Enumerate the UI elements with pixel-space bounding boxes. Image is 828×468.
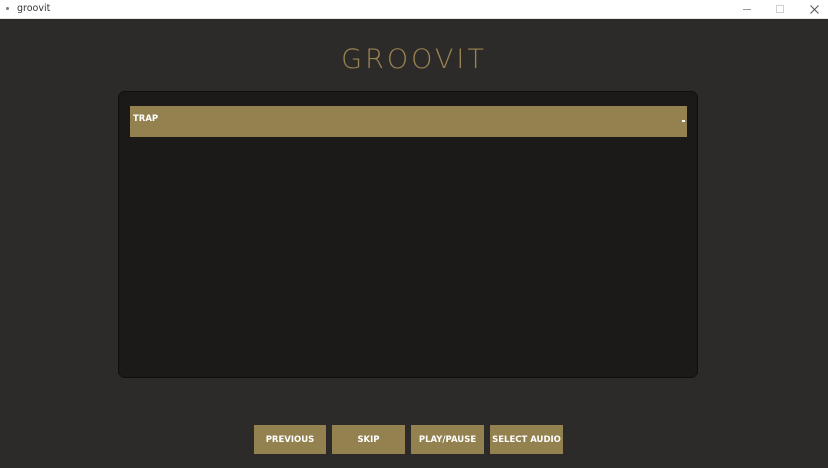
maximize-button[interactable] xyxy=(763,0,797,18)
window-title: groovit xyxy=(17,3,51,14)
close-button[interactable] xyxy=(797,0,828,18)
previous-button[interactable]: PREVIOUS xyxy=(254,425,326,454)
select-audio-button[interactable]: SELECT AUDIO xyxy=(490,425,563,454)
genre-dropdown-value: TRAP xyxy=(133,114,159,124)
close-icon xyxy=(809,4,819,14)
minimize-button[interactable] xyxy=(730,0,764,18)
genre-dropdown[interactable]: TRAP xyxy=(130,106,687,137)
play-pause-button[interactable]: PLAY/PAUSE xyxy=(411,425,484,454)
minimize-icon xyxy=(743,8,751,10)
playlist-panel: TRAP xyxy=(118,91,698,378)
chevron-down-icon xyxy=(682,120,685,122)
skip-button[interactable]: SKIP xyxy=(332,425,405,454)
playback-controls: PREVIOUS SKIP PLAY/PAUSE SELECT AUDIO xyxy=(254,425,563,454)
app-logo: GROOVIT xyxy=(341,44,487,75)
maximize-icon xyxy=(776,5,784,13)
title-bar: groovit xyxy=(0,0,828,19)
app-icon xyxy=(6,7,9,10)
